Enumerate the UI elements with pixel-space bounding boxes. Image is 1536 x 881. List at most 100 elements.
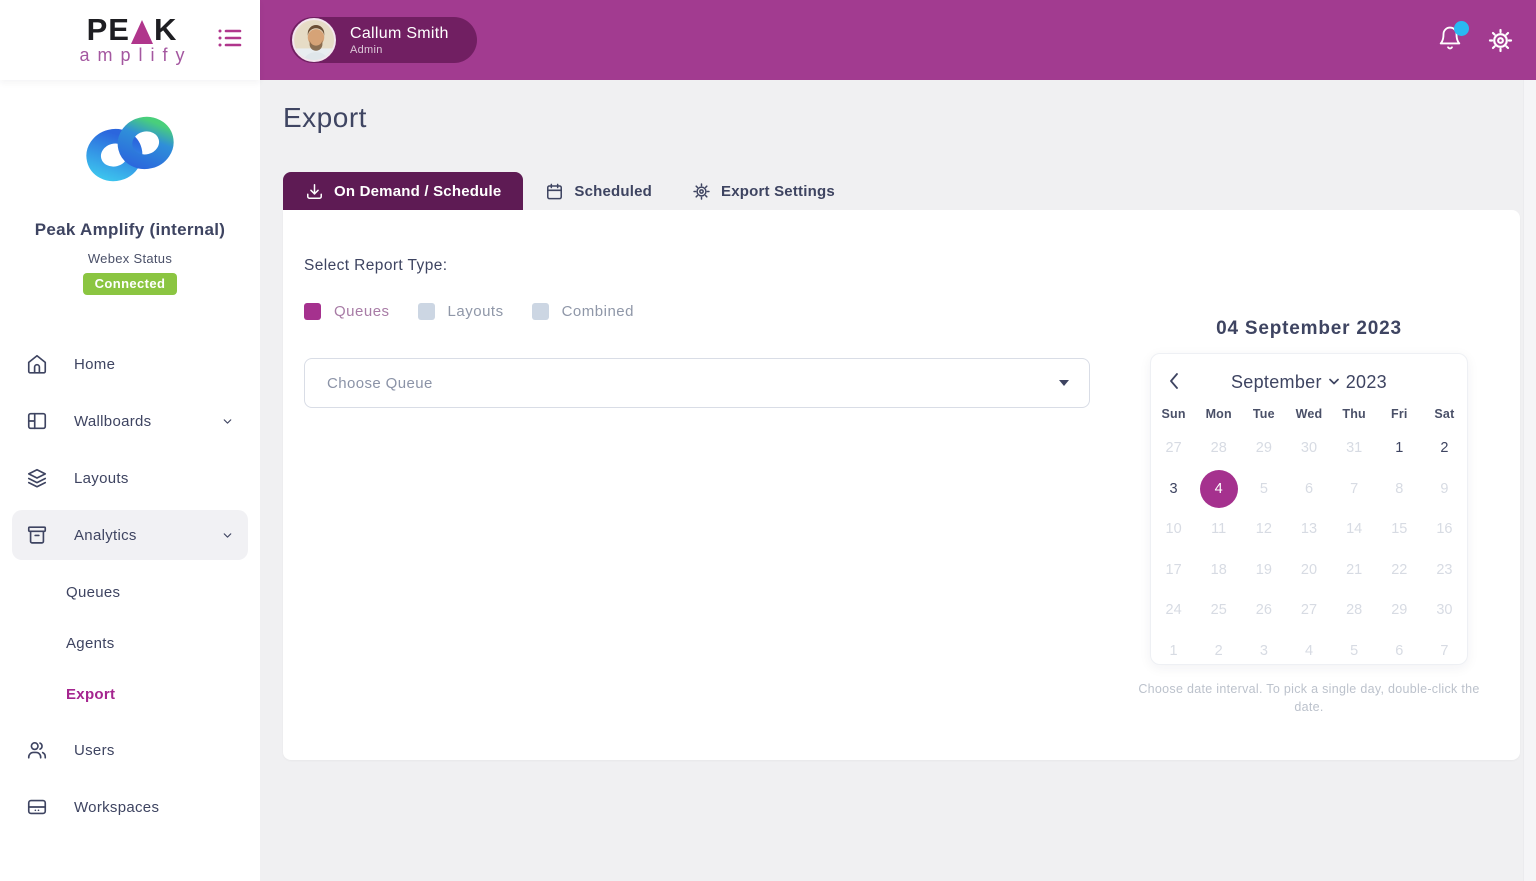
queue-select-placeholder: Choose Queue: [327, 374, 433, 392]
sidebar-subitem-export[interactable]: Export: [12, 669, 248, 719]
sidebar-item-label: Home: [74, 355, 116, 373]
sidebar-item-label: Wallboards: [74, 412, 152, 430]
sidebar-header: PE K amplify: [0, 0, 260, 80]
sidebar-item-label: Export: [66, 685, 116, 703]
app-root: PE K amplify Peak Amplify (internal) Web…: [0, 0, 1536, 881]
settings-button[interactable]: [1487, 27, 1514, 54]
brand-amplify: amplify: [79, 44, 193, 65]
org-name: Peak Amplify (internal): [34, 220, 226, 239]
sidebar-item-label: Queues: [66, 583, 121, 601]
checkbox-layouts[interactable]: Layouts: [417, 303, 504, 320]
calendar-day: 20: [1300, 561, 1318, 578]
calendar-prev-button[interactable]: [1167, 372, 1181, 390]
calendar-day: 12: [1255, 521, 1272, 538]
user-role: Admin: [350, 43, 383, 56]
checkbox-unchecked-icon: [417, 303, 435, 320]
brand-logo[interactable]: PE K amplify: [71, 11, 193, 66]
sidebar-item-home[interactable]: Home: [12, 339, 248, 389]
calendar: September 2023 Sun Mon Tue Wed Thu Fri Sat 27 2…: [1150, 353, 1468, 665]
tab-label: Export Settings: [721, 182, 835, 200]
calendar-day: 7: [1350, 480, 1359, 497]
sidebar-item-label: Analytics: [74, 526, 137, 544]
calendar-day-selected[interactable]: 4: [1196, 469, 1241, 510]
calendar-day: 19: [1255, 561, 1272, 578]
gear-icon: [1488, 28, 1513, 52]
calendar-day: 4: [1304, 642, 1314, 659]
calendar-day: 22: [1391, 561, 1408, 578]
checkbox-queues[interactable]: Queues: [304, 303, 390, 320]
calendar-icon: [547, 183, 563, 199]
topbar: Callum Smith Admin: [260, 0, 1536, 80]
weekday-label: Sun: [1161, 407, 1186, 421]
sidebar-item-label: Workspaces: [74, 798, 160, 816]
scrollbar-track[interactable]: [1523, 80, 1536, 881]
calendar-year: 2023: [1345, 371, 1387, 392]
calendar-section: 04 September 2023 September 2023 Sun Mon…: [1138, 210, 1479, 716]
analytics-icon: [26, 524, 48, 546]
report-type-label: Select Report Type:: [304, 257, 448, 274]
calendar-day: 15: [1391, 521, 1408, 538]
calendar-day: 31: [1346, 440, 1363, 457]
sidebar-subitem-agents[interactable]: Agents: [12, 618, 248, 668]
checkbox-combined[interactable]: Combined: [531, 303, 634, 320]
weekday-label: Wed: [1295, 407, 1323, 421]
queue-select[interactable]: Choose Queue: [304, 358, 1090, 408]
checkbox-unchecked-icon: [531, 303, 549, 320]
calendar-day: 27: [1165, 440, 1182, 457]
calendar-day: 3: [1259, 642, 1268, 659]
menu-toggle-icon[interactable]: [216, 26, 244, 55]
calendar-month-select[interactable]: September: [1231, 372, 1322, 393]
brand-peak: PE K: [71, 11, 192, 47]
chevron-down-icon: [221, 415, 234, 428]
sidebar-item-wallboards[interactable]: Wallboards: [12, 396, 248, 446]
home-icon: [26, 353, 48, 375]
tab-label: Scheduled: [574, 182, 653, 200]
notifications-button[interactable]: [1437, 20, 1469, 56]
sidebar-item-users[interactable]: Users: [12, 725, 248, 775]
checkbox-checked-icon: [304, 303, 321, 320]
select-caret-icon: [1059, 380, 1069, 386]
calendar-day: 6: [1304, 480, 1314, 497]
report-type-options: Queues Layouts Combined: [304, 303, 634, 320]
calendar-day: 29: [1391, 602, 1408, 619]
sidebar-item-analytics[interactable]: Analytics: [12, 510, 248, 560]
calendar-day: 16: [1436, 521, 1453, 538]
status-badge: Connected: [82, 273, 178, 295]
brand-text-pre: PE: [86, 11, 130, 47]
checkbox-label: Queues: [334, 303, 390, 320]
weekday-label: Tue: [1252, 407, 1275, 421]
calendar-day: 26: [1255, 602, 1272, 619]
calendar-day: 14: [1346, 521, 1363, 538]
calendar-day: 17: [1165, 561, 1182, 578]
tab-bar: On Demand / Schedule Scheduled Export Se…: [283, 172, 1520, 210]
org-section: Peak Amplify (internal) Webex Status Con…: [0, 80, 260, 295]
calendar-weekdays: Sun Mon Tue Wed Thu Fri Sat: [1151, 402, 1467, 426]
weekday-label: Thu: [1342, 407, 1366, 421]
sidebar-item-layouts[interactable]: Layouts: [12, 453, 248, 503]
notification-badge: [1454, 20, 1469, 36]
weekday-label: Fri: [1390, 407, 1408, 421]
user-menu[interactable]: Callum Smith Admin: [290, 17, 477, 63]
sidebar-item-workspaces[interactable]: Workspaces: [12, 782, 248, 832]
calendar-day: 25: [1210, 602, 1227, 619]
calendar-day: 23: [1436, 561, 1453, 578]
tab-scheduled[interactable]: Scheduled: [525, 172, 672, 210]
calendar-day: 30: [1300, 440, 1318, 457]
layouts-icon: [26, 467, 48, 489]
workspaces-icon: [26, 796, 48, 818]
calendar-day: 18: [1210, 561, 1227, 578]
chevron-down-icon: [1328, 378, 1339, 385]
tab-export-settings[interactable]: Export Settings: [672, 172, 855, 210]
calendar-day: 28: [1210, 440, 1227, 457]
calendar-day[interactable]: 1: [1377, 428, 1422, 469]
sidebar-item-label: Layouts: [74, 469, 129, 487]
calendar-day: 7: [1440, 642, 1449, 659]
selected-date-title: 04 September 2023: [1216, 318, 1402, 339]
tab-on-demand-schedule[interactable]: On Demand / Schedule: [283, 172, 524, 210]
sidebar: PE K amplify Peak Amplify (internal) Web…: [0, 0, 260, 881]
sidebar-subitem-queues[interactable]: Queues: [12, 567, 248, 617]
calendar-day: 11: [1211, 521, 1227, 538]
calendar-day[interactable]: 3: [1151, 469, 1196, 510]
calendar-day[interactable]: 2: [1422, 428, 1467, 469]
sidebar-item-label: Users: [74, 741, 115, 759]
